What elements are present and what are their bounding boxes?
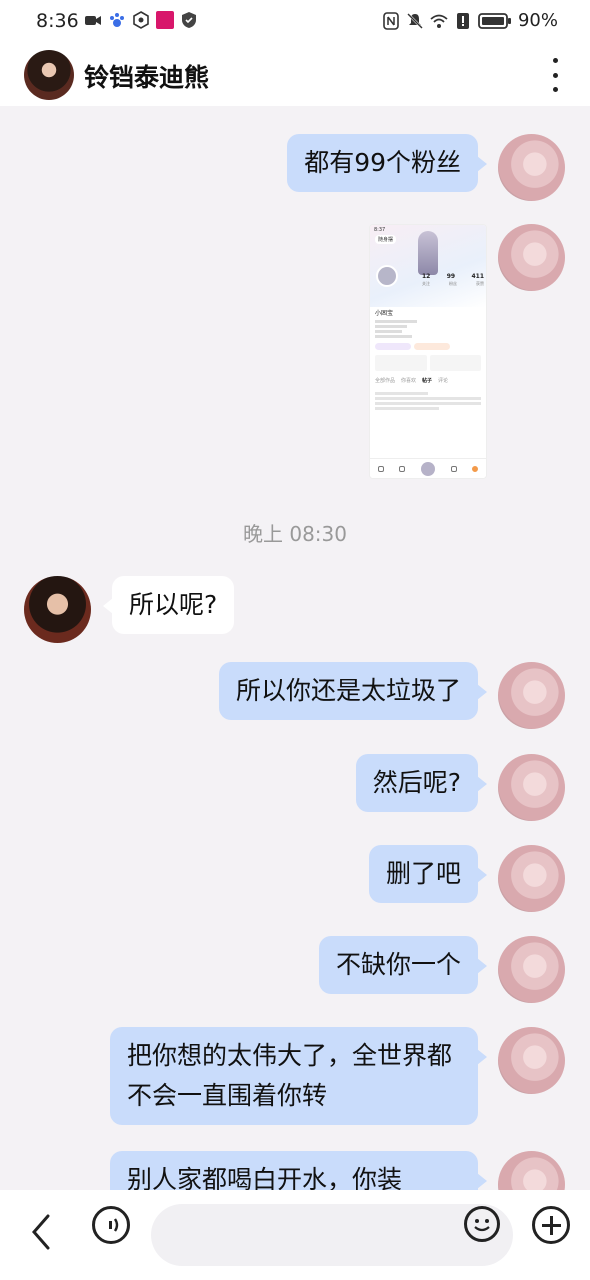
- contact-avatar-small[interactable]: [24, 576, 91, 643]
- my-avatar[interactable]: [498, 1151, 565, 1190]
- image-likes-label: 获赞: [476, 281, 484, 286]
- back-arrow-icon[interactable]: [28, 1212, 54, 1252]
- message-bubble-outgoing[interactable]: 都有99个粉丝: [287, 134, 487, 192]
- wifi-icon: [430, 14, 448, 28]
- nfc-icon: [383, 11, 399, 30]
- image-tabs: 全部作品 你喜欢 帖子 评论: [375, 378, 449, 384]
- notification-icons: [84, 11, 198, 29]
- message-bubble-outgoing[interactable]: 所以你还是太垃圾了: [218, 662, 488, 720]
- app-badge-icon: [156, 11, 174, 29]
- battery-icon: [478, 12, 511, 29]
- my-avatar[interactable]: [498, 662, 565, 729]
- message-bubble-outgoing[interactable]: 不缺你一个: [318, 936, 488, 994]
- image-nickname: 小困宝: [375, 310, 394, 317]
- voice-input-icon[interactable]: [92, 1206, 130, 1244]
- image-following-count: 12: [422, 273, 431, 280]
- status-time: 8:36: [36, 10, 79, 32]
- message-list[interactable]: 都有99个粉丝 8:37 随身摆 12 99 411 关注 粉丝 获赞 小困宝 …: [0, 106, 590, 1190]
- image-nav-bar: [370, 458, 486, 478]
- my-avatar[interactable]: [498, 1027, 565, 1094]
- battery-percent: 90%: [517, 10, 558, 31]
- message-bubble-outgoing[interactable]: 删了吧: [368, 845, 488, 903]
- more-options-icon[interactable]: [550, 58, 560, 92]
- message-timestamp: 晚上 08:30: [243, 522, 347, 546]
- video-icon: [85, 16, 101, 25]
- contact-name[interactable]: 铃铛泰迪熊: [84, 58, 209, 94]
- my-avatar[interactable]: [498, 936, 565, 1003]
- my-avatar[interactable]: [498, 224, 565, 291]
- image-likes-count: 411: [471, 273, 484, 280]
- image-tag: 随身摆: [375, 235, 397, 244]
- shared-screenshot-image[interactable]: 8:37 随身摆 12 99 411 关注 粉丝 获赞 小困宝 全部作品 你喜欢…: [369, 224, 487, 479]
- chat-header: 铃铛泰迪熊: [0, 44, 590, 106]
- emoji-icon[interactable]: [464, 1206, 500, 1242]
- my-avatar[interactable]: [498, 754, 565, 821]
- input-bar: [0, 1190, 590, 1280]
- message-input[interactable]: [151, 1204, 513, 1266]
- status-bar: 8:36 90%: [0, 0, 590, 44]
- paw-icon: [110, 13, 124, 27]
- add-attachment-icon[interactable]: [532, 1206, 570, 1244]
- my-avatar[interactable]: [498, 134, 565, 201]
- my-avatar[interactable]: [498, 845, 565, 912]
- hexagon-icon: [133, 11, 149, 29]
- image-followers-count: 99: [446, 273, 456, 280]
- image-profile-avatar: [376, 265, 398, 287]
- system-status: 90%: [382, 10, 558, 31]
- message-bubble-outgoing[interactable]: 然后呢?: [355, 754, 488, 812]
- message-bubble-outgoing[interactable]: 别人家都喝白开水，你装: [110, 1151, 487, 1190]
- alert-icon: [456, 12, 469, 29]
- message-bubble-outgoing[interactable]: 把你想的太伟大了，全世界都不会一直围着你转: [110, 1027, 487, 1125]
- image-figure: [418, 231, 438, 275]
- image-followers-label: 粉丝: [449, 281, 457, 286]
- message-bubble-incoming[interactable]: 所以呢?: [102, 576, 235, 634]
- contact-avatar[interactable]: [24, 50, 74, 100]
- image-following-label: 关注: [422, 281, 430, 286]
- shield-icon: [182, 12, 196, 28]
- mute-icon: [407, 12, 423, 29]
